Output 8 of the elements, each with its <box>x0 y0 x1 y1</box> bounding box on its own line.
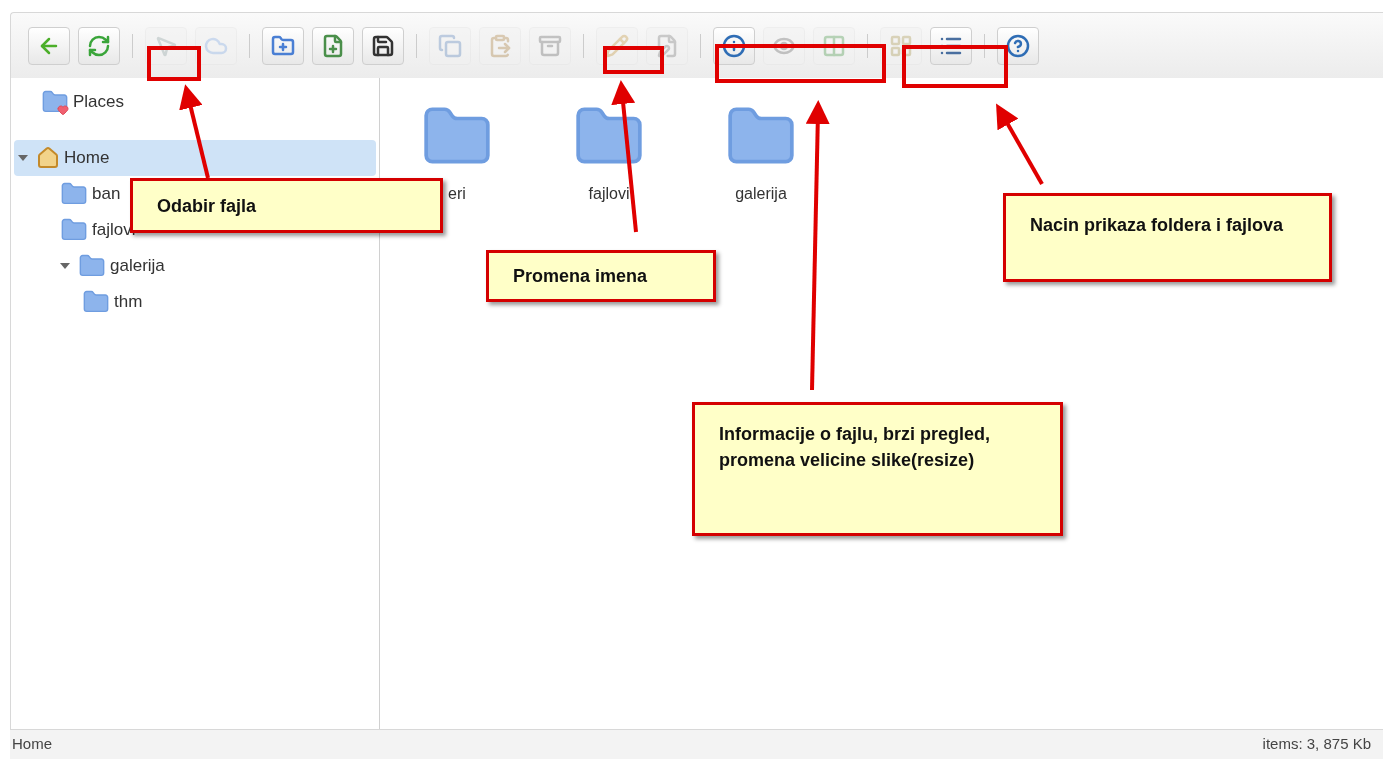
folder-name: eri <box>448 184 466 204</box>
status-summary: items: 3, 875 Kb <box>1262 734 1371 755</box>
callout-tooltip: Nacin prikaza foldera i fajlova <box>1003 193 1332 282</box>
folder-name: galerija <box>735 184 787 204</box>
callout-tooltip: Informacije o fajlu, brzi pregled, promena velicine slike(resize) <box>692 402 1063 536</box>
status-path: Home <box>12 734 52 755</box>
callout-tooltip: Promena imena <box>486 250 716 302</box>
folder-name: fajlovi <box>588 184 630 204</box>
